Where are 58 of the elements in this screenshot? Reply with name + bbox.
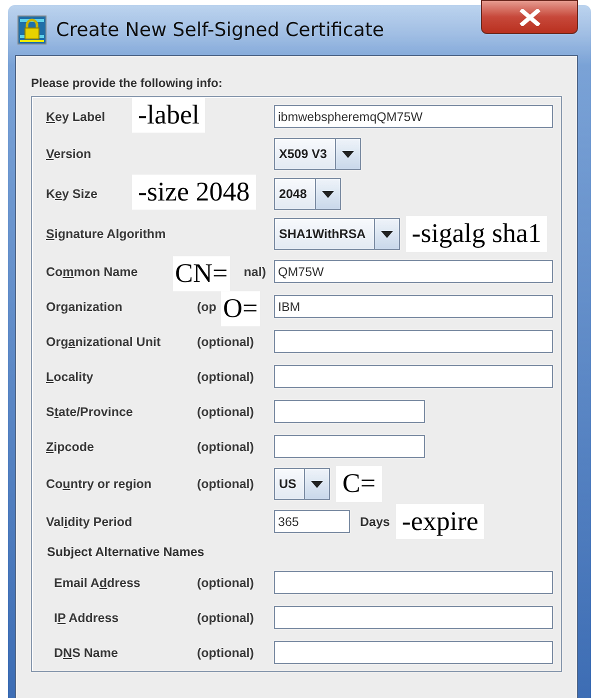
text-field[interactable] [274,606,553,630]
window-title: Create New Self-Signed Certificate [56,19,384,41]
text-field[interactable]: ibmwebspheremqQM75W [274,105,553,128]
text-field[interactable] [274,400,425,423]
section-heading: Subject Alternative Names [46,544,206,562]
field-label: Key Size [46,187,98,201]
annotation-label: -label [132,97,206,132]
form-heading: Please provide the following info: [31,76,224,90]
optional-label: (optional) [197,576,254,590]
optional-label: (optional) [197,404,254,418]
dropdown[interactable]: X509 V3 [274,138,361,170]
field-label: Organizational Unit [46,334,161,348]
text-field[interactable] [274,641,553,664]
annotation-label: O= [221,290,260,326]
unit-label: Days [360,514,390,529]
close-button[interactable] [481,0,578,34]
field-label: Version [46,147,92,161]
annotation-label: -expire [396,504,484,540]
optional-label: (optional) [197,646,254,660]
annotation-label: CN= [173,256,230,291]
dropdown-arrow-icon [342,150,354,158]
field-label: Locality [46,370,94,384]
optional-label: (optional) [197,477,254,491]
field-label: Key Label [46,110,106,124]
optional-label: (optional) [197,440,254,454]
dropdown-arrow-icon [380,230,393,238]
text-field[interactable] [274,330,553,353]
field-label: Email Address [54,576,140,590]
field-label: Country or region [46,477,152,491]
optional-label: nal) [244,264,266,278]
padlock-icon [17,15,47,45]
optional-label: (optional) [197,370,254,384]
close-icon [518,8,540,26]
optional-label: (optional) [197,334,254,348]
dropdown[interactable]: SHA1WithRSA [274,218,400,250]
text-field[interactable]: QM75W [274,260,553,283]
field-label: Zipcode [46,440,94,454]
number-field[interactable]: 365 [274,510,350,534]
annotation-label: C= [336,466,382,502]
annotation-label: -size 2048 [132,174,256,210]
optional-label: (optional) [197,610,254,625]
text-field[interactable] [274,571,553,594]
dropdown[interactable]: 2048 [274,178,341,210]
field-label: DNS Name [54,646,118,660]
text-field[interactable] [274,435,425,458]
text-field[interactable]: IBM [274,295,553,318]
field-label: State/Province [46,404,133,418]
optional-label: (op [197,300,216,314]
text-field[interactable] [274,365,553,388]
field-label: Signature Algorithm [46,227,166,241]
annotation-label: -sigalg sha1 [406,216,548,252]
dropdown-arrow-icon [322,190,334,198]
field-label: Validity Period [46,514,132,529]
dropdown[interactable]: US [274,468,330,500]
field-label: Common Name [46,264,138,278]
dropdown-arrow-icon [311,480,324,488]
field-label: Organization [46,300,122,314]
field-label: IP Address [54,610,119,625]
